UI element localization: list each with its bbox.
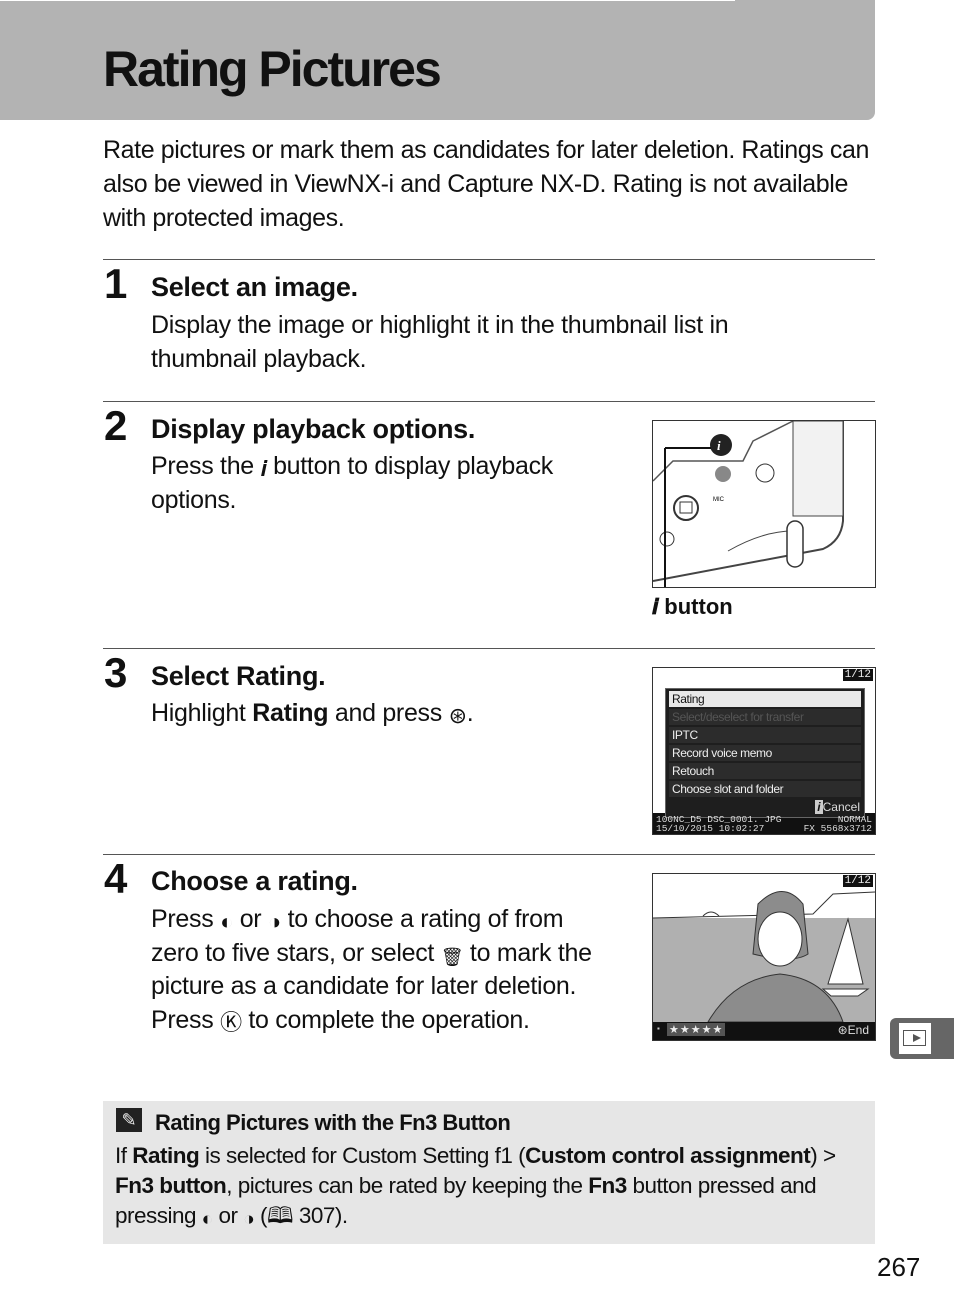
divider xyxy=(103,648,875,649)
svg-text:i: i xyxy=(717,438,721,453)
text: End xyxy=(847,1023,869,1037)
step-number: 2 xyxy=(104,402,128,449)
text: . xyxy=(466,699,474,727)
cancel-button[interactable]: i Cancel xyxy=(815,800,860,814)
end-button[interactable]: ⊛End xyxy=(838,1023,869,1037)
step-body: Display the image or highlight it in the… xyxy=(151,311,729,373)
step-title: Display playback options. xyxy=(151,414,476,444)
i-button-icon xyxy=(710,434,732,456)
text: Press xyxy=(151,905,221,933)
text: Rating xyxy=(132,1143,200,1168)
text: ) > xyxy=(810,1143,836,1168)
text: . xyxy=(318,661,326,691)
step-number: 3 xyxy=(104,649,128,696)
text: , pictures can be rated by keeping the xyxy=(226,1173,589,1198)
portrait-photo-icon xyxy=(653,874,875,1023)
text: to choose a rating of from xyxy=(280,905,564,933)
text: Fn3 button xyxy=(115,1173,227,1198)
text: Fn3 xyxy=(588,1173,627,1198)
text: or xyxy=(212,1203,244,1228)
text: Custom control assignment xyxy=(525,1143,811,1168)
image-counter: 1/12 xyxy=(842,669,873,681)
image-counter: 1/12 xyxy=(842,875,873,887)
text: Rating xyxy=(235,661,319,691)
step-title: Select Rating. xyxy=(151,661,326,692)
multi-selector-left-icon: ◐ xyxy=(220,909,234,934)
text: Rating xyxy=(252,699,329,727)
step-number: 1 xyxy=(104,260,128,307)
divider xyxy=(103,401,875,402)
step-number: 4 xyxy=(104,855,128,902)
playback-options-menu: Rating Select/deselect for transfer IPTC… xyxy=(665,688,865,818)
text-line: Press Ⓚ to complete the operation. xyxy=(151,1004,631,1038)
multi-selector-right-icon: ◑ xyxy=(267,909,281,934)
trash-icon: 🗑 xyxy=(440,946,464,967)
lcd-playback-menu: 1/12 Rating Select/deselect for transfer… xyxy=(652,667,876,835)
multi-selector-right-icon: ⊛ xyxy=(448,703,467,728)
delete-marker: ▪ xyxy=(657,1024,660,1033)
divider xyxy=(0,0,735,1)
text: is selected for Custom Setting f1 ( xyxy=(199,1143,526,1168)
camera-illustration: i MIC xyxy=(652,420,876,588)
text: zero to five stars, or select xyxy=(151,938,441,967)
menu-item-rating[interactable]: Rating xyxy=(669,691,861,707)
text: Press the xyxy=(151,452,261,480)
lcd-rating-screen: 1/12 ▪ ★★★★★ ⊛End xyxy=(652,873,876,1041)
divider xyxy=(103,259,875,260)
menu-item-voice-memo[interactable]: Record voice memo xyxy=(669,745,861,761)
text: Cancel xyxy=(822,800,860,814)
step-body: Press ◐ or ◑ to choose a rating of from … xyxy=(151,903,631,1037)
i-button-icon: i xyxy=(815,800,823,814)
star-rating[interactable]: ★★★★★ xyxy=(667,1023,726,1036)
text-line: picture as a candidate for later deletio… xyxy=(151,972,577,1000)
date-info: 15/10/2015 10:02:27 xyxy=(656,823,765,834)
text-line: zero to five stars, or select 🗑 to mark … xyxy=(151,937,631,971)
ok-button-icon: ⊛ xyxy=(837,1023,848,1037)
step-title: Select an image. xyxy=(151,272,358,302)
menu-item-select-transfer[interactable]: Select/deselect for transfer xyxy=(669,709,861,725)
step-body: Highlight Rating and press ⊛. xyxy=(151,697,621,731)
camera-body-icon: i MIC xyxy=(653,421,844,587)
playback-icon xyxy=(899,1023,931,1054)
pencil-note-icon: ✎ xyxy=(116,1108,142,1132)
tip-body: If Rating is selected for Custom Setting… xyxy=(115,1141,865,1231)
book-icon: 🕮 xyxy=(267,1203,294,1228)
menu-item-iptc[interactable]: IPTC xyxy=(669,727,861,743)
text-line: Press ◐ or ◑ to choose a rating of from xyxy=(151,903,631,937)
size-info: FX 5568x3712 xyxy=(803,823,872,834)
ok-button-icon: Ⓚ xyxy=(220,1009,242,1035)
tip-title: Rating Pictures with the Fn3 Button xyxy=(155,1110,511,1135)
svg-text:MIC: MIC xyxy=(713,497,725,503)
menu-item-slot-folder[interactable]: Choose slot and folder xyxy=(669,781,861,797)
text[interactable]: 307). xyxy=(293,1203,348,1228)
text: and press xyxy=(328,699,449,727)
text: or xyxy=(233,905,268,933)
text: ( xyxy=(254,1203,268,1228)
text: If xyxy=(115,1143,133,1168)
rating-bar: ▪ ★★★★★ ⊛End xyxy=(653,1022,875,1040)
text: to complete the operation. xyxy=(241,1005,530,1034)
text: button xyxy=(658,594,733,619)
figure-caption: 𝒊 button xyxy=(652,594,733,620)
intro-paragraph: Rate pictures or mark them as candidates… xyxy=(103,136,870,232)
text: Select xyxy=(151,661,236,691)
divider xyxy=(103,854,875,855)
step-body: Press the 𝒊 button to display playback o… xyxy=(151,450,621,517)
tip-box: ✎ Rating Pictures with the Fn3 Button If… xyxy=(103,1101,875,1244)
menu-item-retouch[interactable]: Retouch xyxy=(669,763,861,779)
page-title: Rating Pictures xyxy=(103,41,442,97)
text: to mark the xyxy=(463,938,592,967)
page-number: 267 xyxy=(877,1252,921,1282)
multi-selector-right-icon: ◑ xyxy=(243,1209,255,1230)
text: Press xyxy=(151,1005,221,1034)
playback-section-tab[interactable] xyxy=(890,1018,954,1059)
text: Highlight xyxy=(151,699,253,727)
step-title: Choose a rating. xyxy=(151,866,358,896)
multi-selector-left-icon: ◐ xyxy=(201,1209,213,1230)
